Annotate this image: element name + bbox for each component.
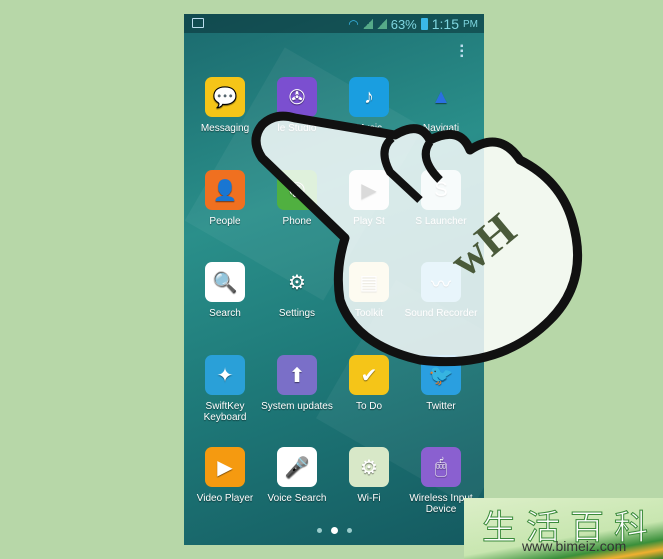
site-watermark: 生活百科 www.bimeiz.com <box>464 498 663 559</box>
site-url: www.bimeiz.com <box>522 538 627 554</box>
pointing-hand-illustration: wH <box>251 111 583 367</box>
